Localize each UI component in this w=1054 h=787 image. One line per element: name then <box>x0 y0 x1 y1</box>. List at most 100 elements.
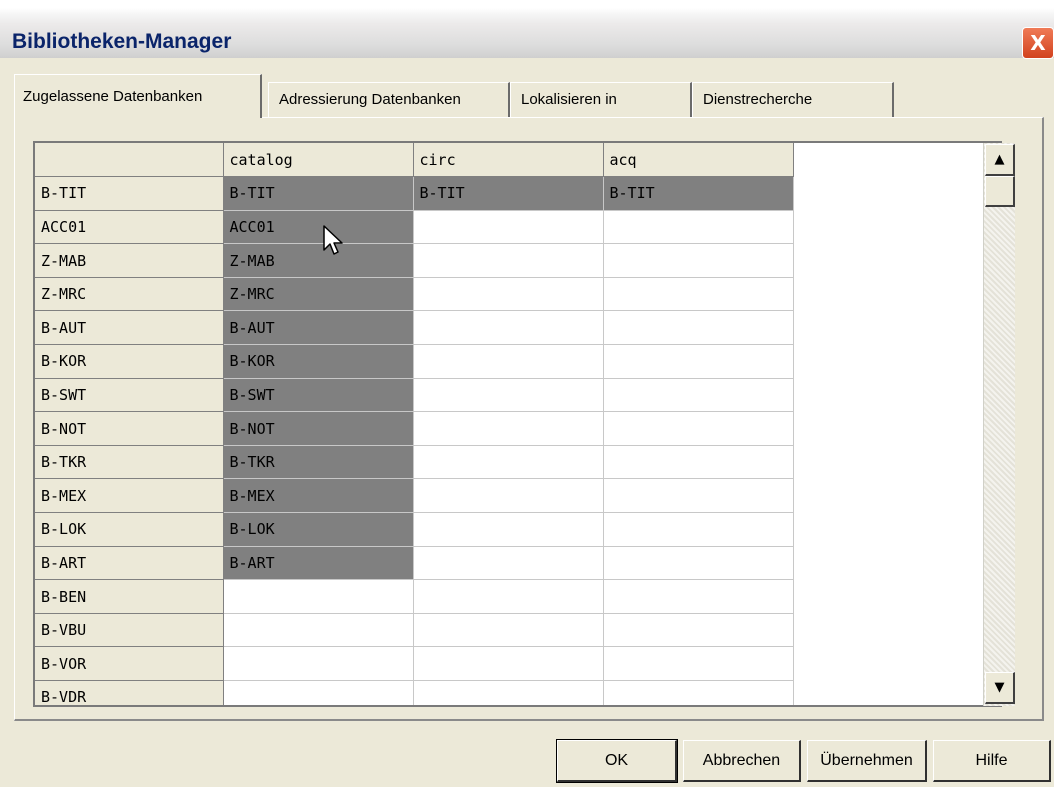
grid-cell-acq[interactable] <box>603 243 794 278</box>
table-row[interactable]: ACC01 ACC01 <box>35 210 983 245</box>
grid-cell-circ[interactable] <box>413 613 604 648</box>
grid-cell-circ[interactable] <box>413 512 604 547</box>
grid-cell-circ[interactable]: B-TIT <box>413 176 604 211</box>
grid-cell-catalog[interactable] <box>223 579 414 614</box>
grid-cell-acq[interactable] <box>603 579 794 614</box>
grid-cell-acq[interactable] <box>603 277 794 312</box>
grid-cell-catalog[interactable]: B-ART <box>223 546 414 581</box>
table-row[interactable]: B-MEX B-MEX <box>35 478 983 514</box>
row-header[interactable]: B-MEX <box>35 478 224 514</box>
row-header[interactable]: B-LOK <box>35 512 224 547</box>
table-row[interactable]: B-LOK B-LOK <box>35 512 983 547</box>
grid-cell-circ[interactable] <box>413 445 604 480</box>
row-header[interactable]: B-ART <box>35 546 224 581</box>
grid-cell-acq[interactable] <box>603 210 794 245</box>
scroll-down-button[interactable]: ▼ <box>985 672 1015 704</box>
table-row[interactable]: B-KOR B-KOR <box>35 344 983 379</box>
tab-adressierung-datenbanken[interactable]: Adressierung Datenbanken <box>268 82 510 118</box>
grid-cell-circ[interactable] <box>413 277 604 312</box>
grid-cell-acq[interactable] <box>603 613 794 648</box>
grid-cell-acq[interactable] <box>603 646 794 681</box>
grid-cell-catalog[interactable]: B-KOR <box>223 344 414 379</box>
grid-cell-acq[interactable] <box>603 546 794 581</box>
grid-cell-catalog[interactable]: B-MEX <box>223 478 414 514</box>
grid-cell-catalog[interactable]: B-AUT <box>223 310 414 346</box>
row-header[interactable]: B-VDR <box>35 680 224 705</box>
help-button[interactable]: Hilfe <box>933 740 1051 782</box>
grid-cell-catalog[interactable]: B-SWT <box>223 378 414 413</box>
grid-cell-catalog[interactable]: ACC01 <box>223 210 414 245</box>
grid-cell-acq[interactable] <box>603 680 794 705</box>
table-row[interactable]: B-ART B-ART <box>35 546 983 581</box>
grid-cell-catalog[interactable] <box>223 613 414 648</box>
grid-cell-circ[interactable] <box>413 478 604 514</box>
grid-cell-catalog[interactable]: B-TIT <box>223 176 414 211</box>
row-header[interactable]: B-VBU <box>35 613 224 648</box>
grid-cell-catalog[interactable]: Z-MAB <box>223 243 414 278</box>
row-header[interactable]: B-AUT <box>35 310 224 346</box>
grid-cell-acq[interactable] <box>603 378 794 413</box>
ok-button[interactable]: OK <box>556 739 678 783</box>
row-header[interactable]: B-BEN <box>35 579 224 614</box>
scrollbar-thumb[interactable] <box>985 176 1015 207</box>
tab-zugelassene-datenbanken[interactable]: Zugelassene Datenbanken <box>14 74 262 118</box>
grid-cell-circ[interactable] <box>413 310 604 346</box>
grid-cell-catalog[interactable]: Z-MRC <box>223 277 414 312</box>
tab-label: Dienstrecherche <box>703 91 813 108</box>
grid-cell-circ[interactable] <box>413 210 604 245</box>
row-header[interactable]: B-VOR <box>35 646 224 681</box>
table-row[interactable]: B-TKR B-TKR <box>35 445 983 480</box>
column-header-acq[interactable]: acq <box>603 143 794 178</box>
row-header[interactable]: ACC01 <box>35 210 224 245</box>
table-row[interactable]: B-VOR <box>35 646 983 681</box>
grid-cell-circ[interactable] <box>413 579 604 614</box>
column-header-circ[interactable]: circ <box>413 143 604 178</box>
grid-cell-acq[interactable] <box>603 512 794 547</box>
scroll-up-button[interactable]: ▲ <box>985 144 1015 176</box>
row-header[interactable]: B-SWT <box>35 378 224 413</box>
grid-cell-catalog[interactable]: B-NOT <box>223 411 414 446</box>
table-row[interactable]: Z-MAB Z-MAB <box>35 243 983 278</box>
grid-cell-catalog[interactable] <box>223 680 414 705</box>
row-header[interactable]: B-TIT <box>35 176 224 211</box>
grid-cell-catalog[interactable]: B-TKR <box>223 445 414 480</box>
apply-button[interactable]: Übernehmen <box>807 740 927 782</box>
grid-cell-circ[interactable] <box>413 344 604 379</box>
grid-cell-acq[interactable] <box>603 478 794 514</box>
database-grid[interactable]: catalog circ acq B-TIT B-TIT B-TIT B-TIT ACC… <box>33 141 1002 707</box>
grid-cell-circ[interactable] <box>413 411 604 446</box>
grid-cell-acq[interactable] <box>603 445 794 480</box>
cancel-button[interactable]: Abbrechen <box>683 740 801 782</box>
grid-cell-catalog[interactable]: B-LOK <box>223 512 414 547</box>
table-row[interactable]: B-VDR <box>35 680 983 705</box>
tab-lokalisieren-in[interactable]: Lokalisieren in <box>510 82 692 118</box>
table-row[interactable]: B-BEN <box>35 579 983 614</box>
grid-cell-circ[interactable] <box>413 546 604 581</box>
title-bar[interactable]: Bibliotheken-Manager X <box>0 0 1054 59</box>
grid-cell-catalog[interactable] <box>223 646 414 681</box>
vertical-scrollbar[interactable]: ▲ ▼ <box>983 143 1015 706</box>
row-header[interactable]: B-TKR <box>35 445 224 480</box>
table-row[interactable]: Z-MRC Z-MRC <box>35 277 983 312</box>
row-header[interactable]: B-NOT <box>35 411 224 446</box>
row-header[interactable]: Z-MRC <box>35 277 224 312</box>
table-row[interactable]: B-NOT B-NOT <box>35 411 983 446</box>
table-row[interactable]: B-AUT B-AUT <box>35 310 983 346</box>
grid-cell-acq[interactable]: B-TIT <box>603 176 794 211</box>
grid-empty-area <box>793 210 983 244</box>
table-row[interactable]: B-TIT B-TIT B-TIT B-TIT <box>35 176 983 211</box>
close-button[interactable]: X <box>1022 27 1054 59</box>
grid-cell-acq[interactable] <box>603 411 794 446</box>
grid-cell-circ[interactable] <box>413 646 604 681</box>
grid-cell-circ[interactable] <box>413 243 604 278</box>
grid-cell-acq[interactable] <box>603 310 794 346</box>
column-header-catalog[interactable]: catalog <box>223 143 414 178</box>
grid-cell-circ[interactable] <box>413 680 604 705</box>
table-row[interactable]: B-SWT B-SWT <box>35 378 983 413</box>
grid-cell-acq[interactable] <box>603 344 794 379</box>
table-row[interactable]: B-VBU <box>35 613 983 648</box>
grid-cell-circ[interactable] <box>413 378 604 413</box>
tab-dienstrecherche[interactable]: Dienstrecherche <box>692 82 894 118</box>
row-header[interactable]: Z-MAB <box>35 243 224 278</box>
row-header[interactable]: B-KOR <box>35 344 224 379</box>
